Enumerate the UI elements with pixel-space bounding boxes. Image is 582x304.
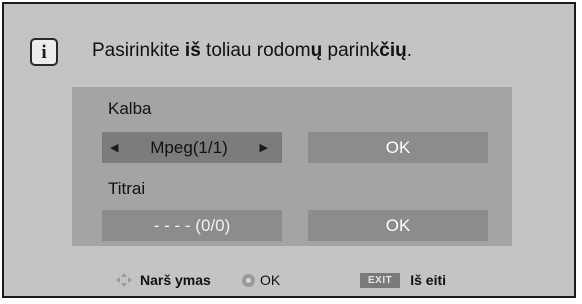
ok-button-icon — [242, 273, 255, 287]
footer-exit-hint: EXIT Iš eiti — [360, 272, 446, 288]
subtitle-ok-button[interactable]: OK — [308, 210, 488, 241]
audio-track-value: Mpeg(1/1) — [150, 137, 228, 157]
subtitle-track-selector[interactable]: - - - - (0/0) — [102, 210, 282, 241]
message-bold-2: ų — [310, 40, 323, 61]
exit-key-icon: EXIT — [360, 272, 401, 288]
info-icon: i — [30, 38, 58, 66]
message-mid-2: parink — [322, 40, 380, 61]
dialog-message: Pasirinkite iš toliau rodomų parinkčių. — [92, 40, 412, 62]
audio-track-selector[interactable]: ◀ Mpeg(1/1) ▶ — [102, 132, 282, 163]
footer-navigate-label: Narš ymas — [140, 272, 211, 288]
message-bold-1: iš — [184, 40, 201, 61]
subtitle-audio-dialog: i Pasirinkite iš toliau rodomų parinkčių… — [2, 2, 576, 298]
four-way-arrow-icon — [114, 272, 134, 288]
message-bold-3: čių — [379, 40, 407, 61]
footer-ok-label: OK — [260, 272, 281, 288]
left-arrow-icon[interactable]: ◀ — [110, 141, 118, 154]
footer-exit-label: Iš eiti — [410, 272, 447, 288]
subtitles-label: Titrai — [108, 179, 146, 198]
footer-navigate-hint: Narš ymas — [114, 272, 211, 288]
footer-ok-hint: OK — [242, 272, 280, 288]
audio-language-label: Kalba — [108, 99, 152, 118]
subtitle-track-value: - - - - (0/0) — [153, 215, 231, 235]
info-glyph: i — [41, 41, 47, 63]
right-arrow-icon[interactable]: ▶ — [260, 141, 268, 154]
message-suffix: . — [406, 40, 412, 61]
options-panel: Kalba ◀ Mpeg(1/1) ▶ OK Titrai - - - - (0… — [72, 87, 512, 246]
audio-ok-button[interactable]: OK — [308, 132, 488, 163]
message-mid: toliau rodom — [200, 40, 311, 61]
message-prefix: Pasirinkite — [92, 40, 185, 61]
